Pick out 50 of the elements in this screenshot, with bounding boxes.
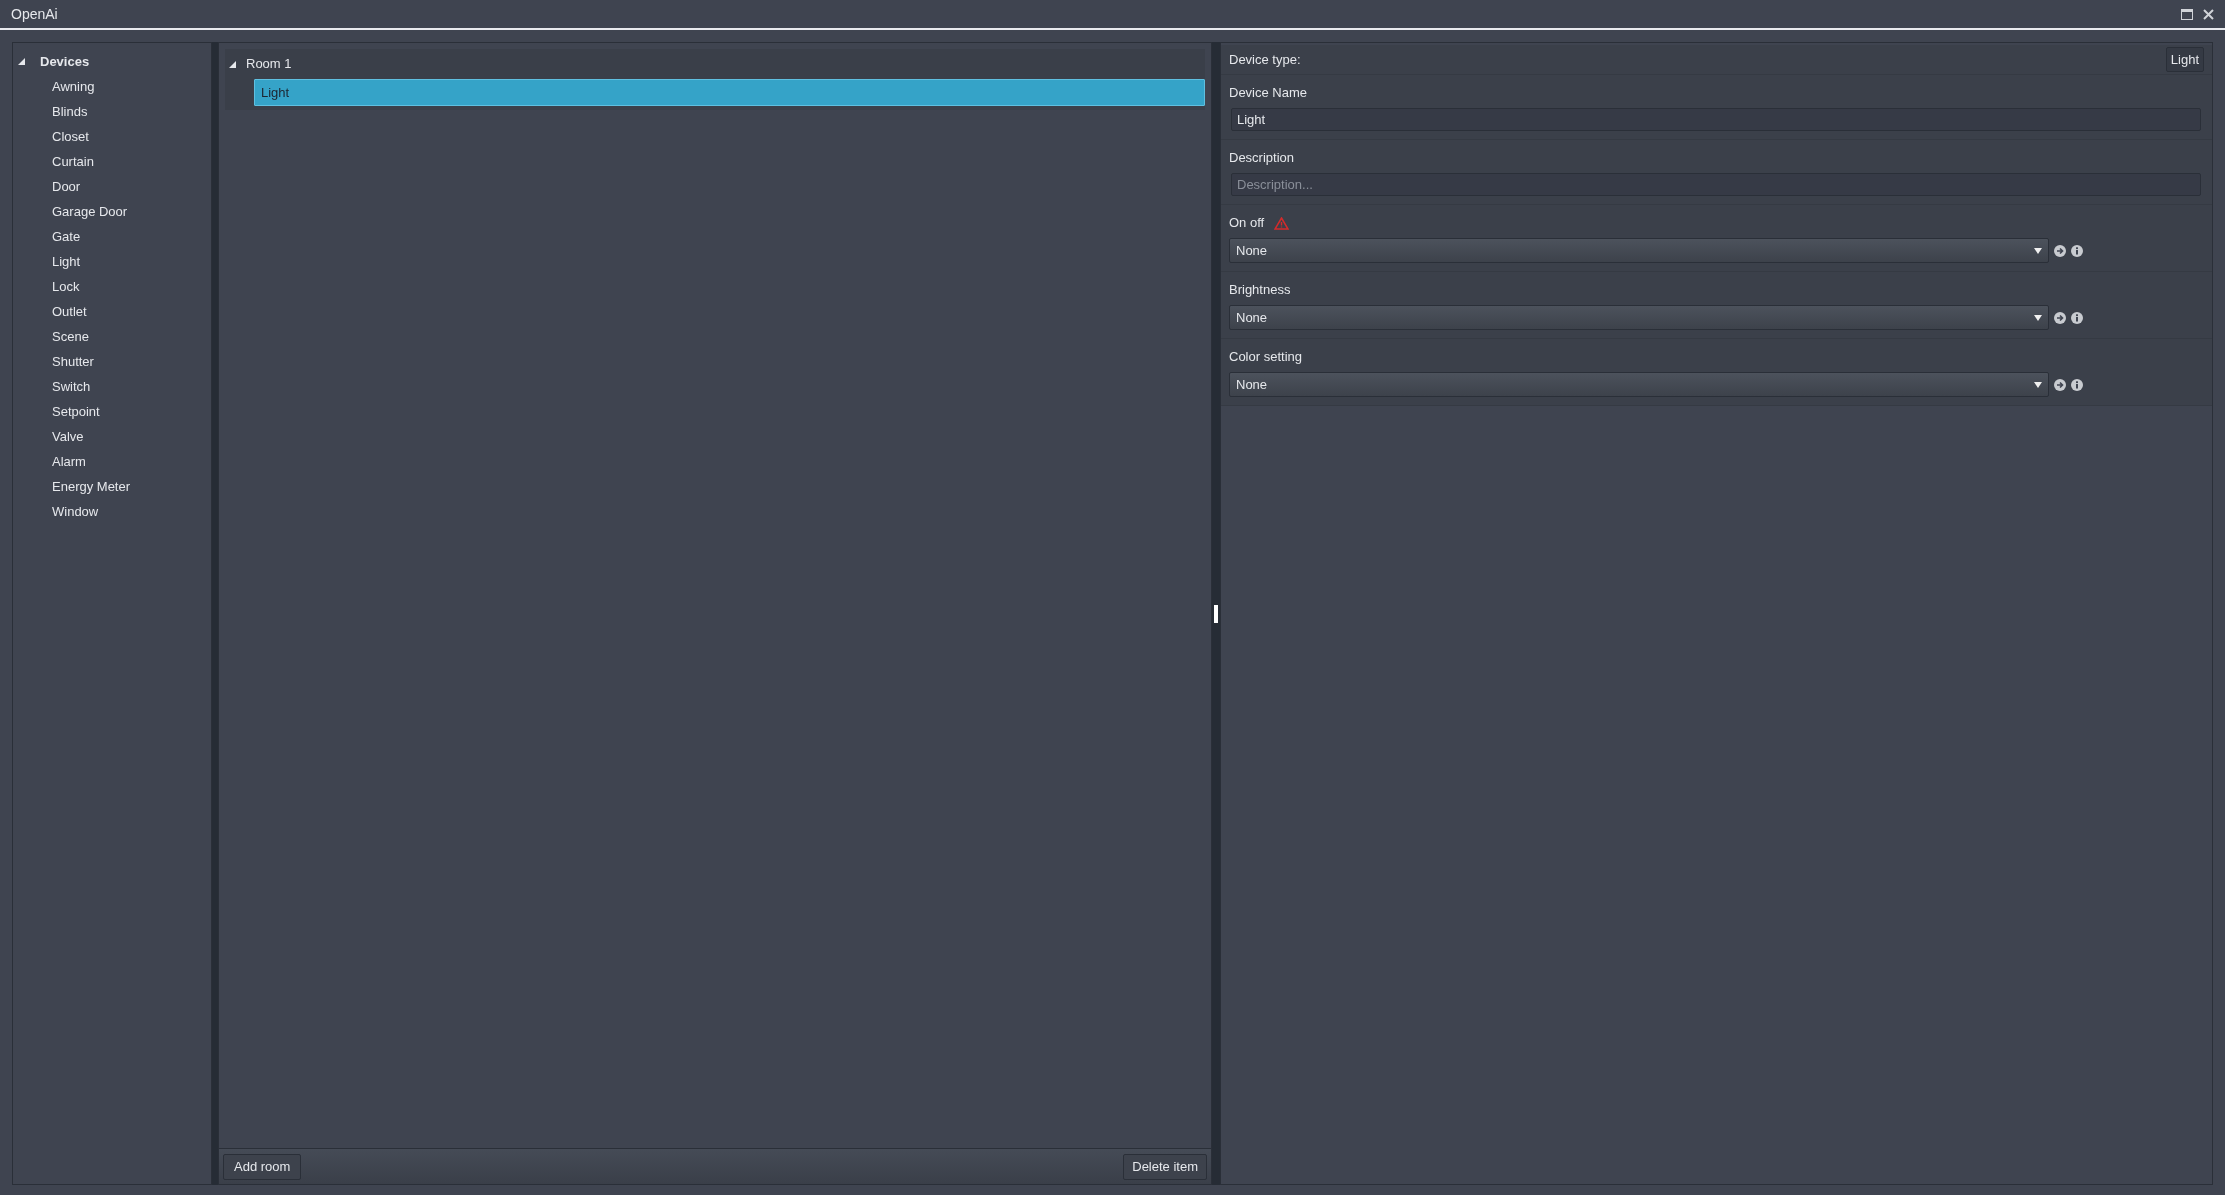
tree-item[interactable]: Scene [52,326,89,347]
tree-item[interactable]: Switch [52,376,91,397]
field-label: Description [1229,149,1295,168]
field-label: On off [1229,214,1265,233]
tree-item[interactable]: Lock [52,276,80,297]
tree-item[interactable]: Alarm [52,451,86,472]
device-type-value: Light [2165,46,2204,73]
tree-item[interactable]: Light [254,79,1205,106]
tree-item[interactable]: Closet [52,126,89,147]
field-label: Device Name [1229,84,1308,103]
tree-item[interactable]: Shutter [52,351,94,372]
tree-item[interactable]: Garage Door [52,201,128,222]
dropdown[interactable]: None [1229,238,2049,263]
field-label: Brightness [1229,281,1291,300]
add-room-button[interactable]: Add room [223,1153,302,1180]
expanded-arrow-icon[interactable] [229,60,236,68]
tree-item[interactable]: Curtain [52,151,94,172]
arrow-right-icon[interactable] [2054,244,2066,257]
info-icon[interactable] [2071,378,2083,391]
arrow-right-icon[interactable] [2054,311,2066,324]
dropdown[interactable]: None [1229,305,2049,330]
caret-icon [2034,314,2042,321]
dropdown[interactable]: None [1229,372,2049,397]
tree-item[interactable]: Room 1 [246,54,292,74]
tree-item[interactable]: Window [52,501,99,522]
text-field[interactable]: Description... [1231,173,2201,196]
tree-item[interactable]: Setpoint [52,401,100,422]
info-icon[interactable] [2071,244,2083,257]
tree-item[interactable]: Awning [52,76,95,97]
info-icon[interactable] [2071,311,2083,324]
maximize-icon[interactable] [2181,8,2193,20]
caret-icon [2034,381,2042,388]
caret-icon [2034,247,2042,254]
tree-item[interactable]: Gate [52,226,81,247]
tree-item[interactable]: Door [52,176,81,197]
expanded-arrow-icon[interactable] [18,58,25,65]
tree-item[interactable]: Blinds [52,101,88,122]
field-label: Color setting [1229,348,1302,367]
splitter-handle[interactable] [1214,604,1218,623]
tree-item[interactable]: Energy Meter [52,476,131,497]
field-label: Device type: [1229,50,1301,69]
text-field[interactable]: Light [1231,108,2201,131]
window-title: OpenAi [11,4,58,24]
close-icon[interactable] [2203,8,2214,20]
tree-item[interactable]: Light [52,251,81,272]
arrow-right-icon[interactable] [2054,378,2066,391]
delete-item-button[interactable]: Delete item [1123,1153,1207,1180]
tree-item[interactable]: Outlet [52,301,87,322]
tree-item[interactable]: Valve [52,426,84,447]
tree-item[interactable]: Devices [40,51,90,72]
